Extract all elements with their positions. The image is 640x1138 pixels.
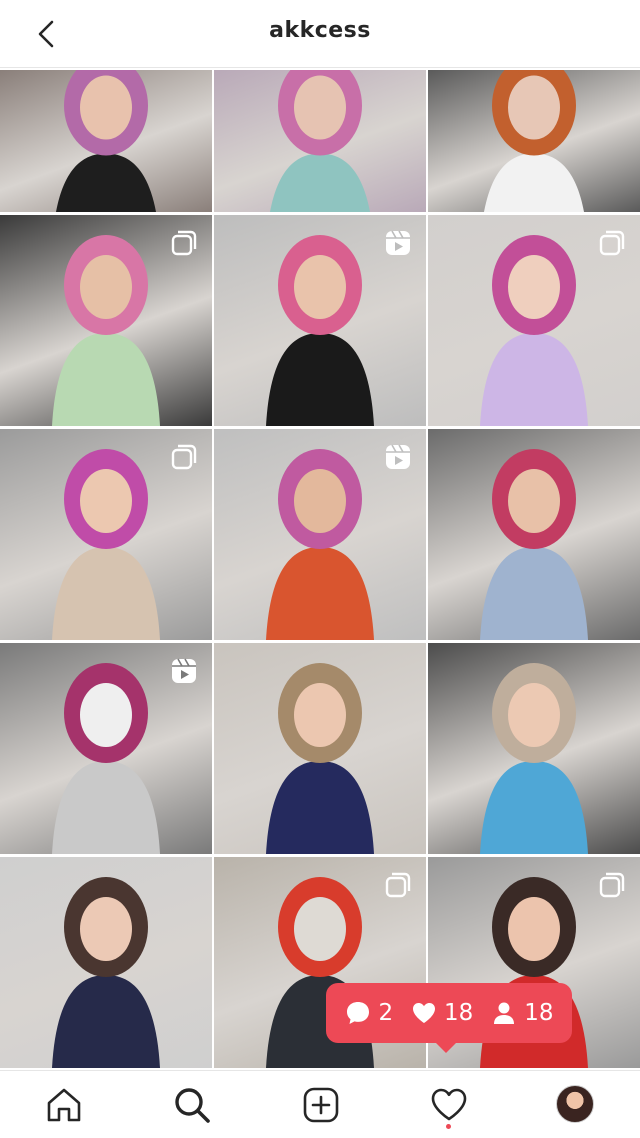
grid-post-tile[interactable] bbox=[428, 429, 640, 640]
grid-post-tile[interactable] bbox=[214, 70, 426, 212]
nav-home-button[interactable] bbox=[42, 1083, 86, 1127]
top-bar: akkcess bbox=[0, 0, 640, 68]
post-photo-figure bbox=[270, 70, 370, 212]
follows-count: 18 bbox=[524, 1000, 554, 1026]
grid-post-tile[interactable] bbox=[0, 857, 212, 1068]
grid-post-tile[interactable] bbox=[0, 643, 212, 854]
nav-search-button[interactable] bbox=[170, 1083, 214, 1127]
grid-post-tile[interactable] bbox=[428, 643, 640, 854]
carousel-icon bbox=[171, 230, 197, 256]
likes-count: 18 bbox=[444, 1000, 474, 1026]
nav-activity-button[interactable] bbox=[427, 1083, 471, 1127]
activity-notification-bubble[interactable]: 2 18 18 bbox=[326, 983, 572, 1043]
post-photo-figure bbox=[484, 70, 584, 212]
likes-count-group: 18 bbox=[410, 999, 473, 1027]
home-icon bbox=[47, 1088, 81, 1122]
bottom-navigation bbox=[0, 1070, 640, 1138]
nav-profile-avatar[interactable] bbox=[556, 1085, 594, 1123]
grid-post-tile[interactable] bbox=[0, 215, 212, 426]
post-photo-figure bbox=[266, 663, 374, 854]
activity-heart-icon bbox=[431, 1088, 467, 1121]
carousel-icon bbox=[171, 444, 197, 470]
grid-post-tile[interactable] bbox=[428, 70, 640, 212]
comments-count: 2 bbox=[378, 1000, 394, 1026]
follows-count-group: 18 bbox=[490, 999, 554, 1027]
comments-count-group: 2 bbox=[344, 999, 393, 1027]
comment-icon bbox=[347, 1002, 370, 1024]
profile-username-title: akkcess bbox=[269, 18, 371, 43]
grid-post-tile[interactable] bbox=[428, 215, 640, 426]
add-post-icon bbox=[303, 1087, 339, 1123]
nav-new-post-button[interactable] bbox=[299, 1083, 343, 1127]
post-photo-figure bbox=[52, 877, 160, 1068]
search-icon bbox=[175, 1088, 210, 1123]
reel-icon bbox=[172, 658, 196, 683]
activity-indicator-dot bbox=[446, 1124, 451, 1129]
grid-post-tile[interactable] bbox=[214, 215, 426, 426]
post-photo-figure bbox=[480, 663, 588, 854]
grid-post-tile[interactable] bbox=[0, 429, 212, 640]
carousel-icon bbox=[599, 872, 625, 898]
reel-icon bbox=[386, 230, 410, 255]
person-icon bbox=[494, 1002, 515, 1024]
carousel-icon bbox=[599, 230, 625, 256]
reel-icon bbox=[386, 444, 410, 469]
post-photo-figure bbox=[480, 449, 588, 640]
carousel-icon bbox=[385, 872, 411, 898]
explore-grid bbox=[0, 70, 640, 1068]
notification-tail bbox=[434, 1041, 458, 1053]
grid-post-tile[interactable] bbox=[0, 70, 212, 212]
grid-post-tile[interactable] bbox=[214, 429, 426, 640]
grid-post-tile[interactable] bbox=[214, 643, 426, 854]
post-photo-figure bbox=[56, 70, 156, 212]
heart-icon bbox=[413, 1003, 436, 1023]
